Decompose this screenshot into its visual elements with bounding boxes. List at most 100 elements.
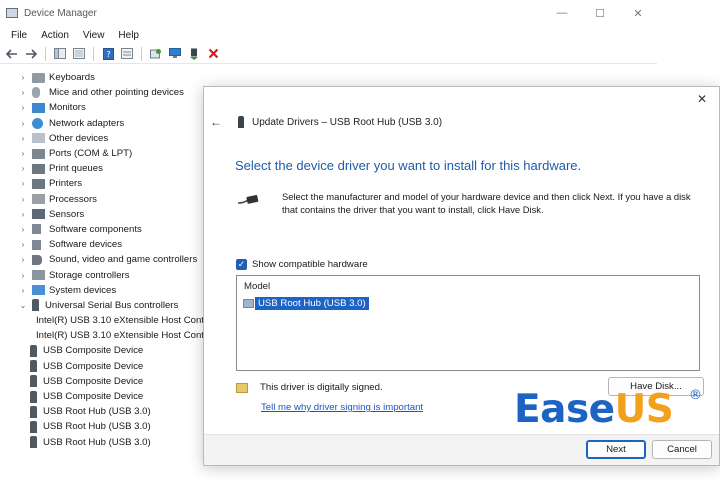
device-tree: › Keyboards › Mice and other pointing devic…	[0, 70, 210, 450]
chevron-right-icon[interactable]: ›	[18, 103, 28, 112]
tree-category-label: Monitors	[49, 102, 86, 114]
tree-category[interactable]: › Storage controllers	[0, 267, 210, 282]
properties-icon[interactable]	[71, 46, 87, 62]
chevron-right-icon[interactable]: ›	[18, 195, 28, 204]
show-compatible-label: Show compatible hardware	[252, 259, 368, 270]
tree-category[interactable]: › Software devices	[0, 237, 210, 252]
help-icon[interactable]: ?	[100, 46, 116, 62]
chevron-right-icon[interactable]: ›	[18, 286, 28, 295]
tree-device[interactable]: USB Composite Device	[0, 359, 210, 374]
tree-category[interactable]: › Processors	[0, 192, 210, 207]
forward-arrow-icon[interactable]	[23, 46, 39, 62]
keyboard-icon	[32, 72, 45, 83]
chevron-right-icon[interactable]: ›	[18, 225, 28, 234]
tree-device-label: USB Composite Device	[43, 375, 144, 387]
usb-device-icon	[30, 344, 37, 357]
chevron-right-icon[interactable]: ›	[18, 73, 28, 82]
network-icon	[32, 117, 43, 129]
next-button[interactable]: Next	[586, 440, 646, 459]
toolbar-separator	[45, 46, 46, 61]
monitor-icon[interactable]	[167, 46, 183, 62]
chevron-right-icon[interactable]: ›	[18, 240, 28, 249]
tree-category[interactable]: › Other devices	[0, 131, 210, 146]
chevron-right-icon[interactable]: ›	[18, 134, 28, 143]
tree-device[interactable]: USB Composite Device	[0, 343, 210, 358]
system-icon	[32, 285, 45, 296]
menu-view[interactable]: View	[76, 30, 112, 41]
show-compatible-checkbox[interactable]: ✓	[236, 259, 247, 270]
tree-device-label: USB Composite Device	[43, 345, 144, 357]
tree-category[interactable]: › Printers	[0, 176, 210, 191]
tree-category[interactable]: › Sound, video and game controllers	[0, 252, 210, 267]
tree-category[interactable]: › Keyboards	[0, 70, 210, 85]
chevron-right-icon[interactable]: ›	[18, 119, 28, 128]
chevron-right-icon[interactable]: ›	[18, 179, 28, 188]
chevron-right-icon[interactable]: ›	[18, 255, 28, 264]
tree-category-label: Mice and other pointing devices	[49, 87, 184, 99]
tree-category[interactable]: › System devices	[0, 283, 210, 298]
chevron-right-icon[interactable]: ›	[18, 149, 28, 158]
sensor-icon	[32, 209, 45, 220]
software-device-icon	[32, 239, 41, 250]
chevron-right-icon[interactable]: ›	[18, 271, 28, 280]
back-arrow-icon[interactable]: ←	[210, 115, 226, 129]
update-driver-icon[interactable]	[186, 46, 202, 62]
tree-category[interactable]: › Sensors	[0, 207, 210, 222]
tree-device[interactable]: USB Root Hub (USB 3.0)	[0, 419, 210, 434]
tree-device[interactable]: USB Root Hub (USB 3.0)	[0, 435, 210, 450]
close-button[interactable]: ✕	[619, 0, 657, 26]
sound-icon	[32, 254, 42, 265]
chevron-right-icon[interactable]: ›	[18, 210, 28, 219]
scan-hardware-icon[interactable]	[148, 46, 164, 62]
tree-device-label: USB Composite Device	[43, 360, 144, 372]
tree-device-label: USB Composite Device	[43, 391, 144, 403]
back-arrow-icon[interactable]	[4, 46, 20, 62]
show-hide-tree-icon[interactable]	[52, 46, 68, 62]
chevron-right-icon[interactable]: ›	[18, 164, 28, 173]
tree-category-label: Sound, video and game controllers	[49, 254, 198, 266]
tree-category-label: Universal Serial Bus controllers	[45, 299, 179, 311]
chevron-down-icon[interactable]: ⌄	[18, 301, 28, 310]
tree-device[interactable]: USB Composite Device	[0, 389, 210, 404]
dialog-title: Update Drivers – USB Root Hub (USB 3.0)	[252, 116, 443, 128]
dialog-close-button[interactable]: ✕	[691, 89, 713, 109]
usb-device-icon	[30, 405, 37, 418]
tree-category[interactable]: › Network adapters	[0, 116, 210, 131]
storage-icon	[32, 270, 45, 281]
view-icon[interactable]	[119, 46, 135, 62]
tree-category[interactable]: › Software components	[0, 222, 210, 237]
tree-category[interactable]: › Ports (COM & LPT)	[0, 146, 210, 161]
usb-cable-icon	[238, 195, 259, 204]
processor-icon	[32, 194, 45, 205]
tree-device[interactable]: Intel(R) USB 3.10 eXtensible Host Contro…	[0, 328, 210, 343]
tree-device[interactable]: USB Root Hub (USB 3.0)	[0, 404, 210, 419]
menu-action[interactable]: Action	[34, 30, 76, 41]
tree-device-label: Intel(R) USB 3.10 eXtensible Host Contro…	[36, 315, 210, 327]
maximize-button[interactable]: ☐	[581, 0, 619, 26]
tree-device-label: USB Root Hub (USB 3.0)	[43, 436, 151, 448]
tree-category[interactable]: › Mice and other pointing devices	[0, 85, 210, 100]
cancel-button[interactable]: Cancel	[652, 440, 712, 459]
model-list-item[interactable]: USB Root Hub (USB 3.0)	[243, 297, 369, 310]
tree-category[interactable]: › Print queues	[0, 161, 210, 176]
ports-icon	[32, 148, 45, 159]
chevron-right-icon[interactable]: ›	[18, 88, 28, 97]
menu-help[interactable]: Help	[111, 30, 146, 41]
driver-signing-link[interactable]: Tell me why driver signing is important	[261, 402, 423, 413]
tree-category-label: Software devices	[49, 239, 123, 251]
tree-category-label: Keyboards	[49, 72, 95, 84]
easeus-watermark: EaseUS	[514, 387, 674, 432]
tree-device[interactable]: USB Composite Device	[0, 374, 210, 389]
tree-category[interactable]: ⌄ Universal Serial Bus controllers	[0, 298, 210, 313]
window-title: Device Manager	[24, 7, 97, 19]
uninstall-icon[interactable]	[205, 46, 221, 62]
model-list[interactable]: Model USB Root Hub (USB 3.0)	[236, 275, 700, 371]
tree-category-label: Print queues	[49, 163, 103, 175]
minimize-button[interactable]: —	[543, 0, 581, 26]
tree-category[interactable]: › Monitors	[0, 100, 210, 115]
menu-file[interactable]: File	[4, 30, 34, 41]
usb-device-icon	[30, 436, 37, 449]
tree-device[interactable]: Intel(R) USB 3.10 eXtensible Host Contro…	[0, 313, 210, 328]
tree-category-label: Other devices	[49, 132, 109, 144]
printer-icon	[32, 178, 45, 189]
